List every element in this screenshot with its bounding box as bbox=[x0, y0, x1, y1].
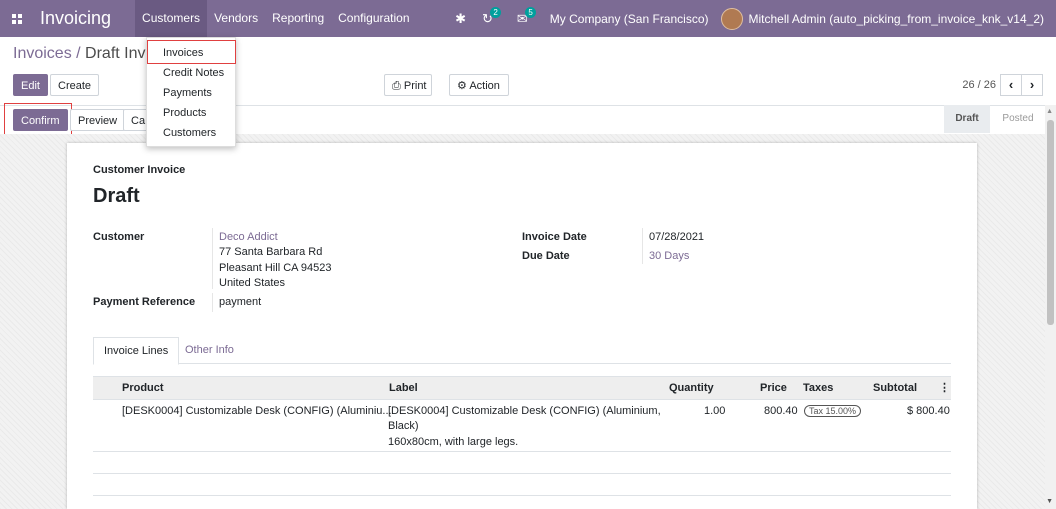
create-button[interactable]: Create bbox=[50, 74, 100, 96]
app-title[interactable]: Invoicing bbox=[40, 8, 111, 29]
customer-link[interactable]: Deco Addict bbox=[219, 231, 278, 243]
due-date-value[interactable]: 30 Days bbox=[649, 250, 689, 262]
print-icon: ⎙ bbox=[392, 80, 401, 92]
notebook-tabs: Invoice Lines Other Info bbox=[93, 337, 951, 365]
activity-icon[interactable]: ↻ 2 bbox=[482, 6, 501, 27]
bug-icon[interactable]: ✱ bbox=[455, 11, 466, 27]
status-posted[interactable]: Posted bbox=[1000, 105, 1036, 133]
dropdown-item-customers[interactable]: Customers bbox=[163, 127, 216, 139]
menu-configuration[interactable]: Configuration bbox=[331, 0, 416, 37]
payment-reference-label: Payment Reference bbox=[93, 296, 196, 308]
confirm-button[interactable]: Confirm bbox=[13, 109, 68, 131]
line-label-1[interactable]: [DESK0004] Customizable Desk (CONFIG) (A… bbox=[388, 404, 661, 419]
due-date-label: Due Date bbox=[522, 250, 570, 262]
line-subtotal: $ 800.40 bbox=[907, 405, 950, 417]
dropdown-item-products[interactable]: Products bbox=[163, 107, 206, 119]
customer-label: Customer bbox=[93, 231, 145, 243]
tab-invoice-lines[interactable]: Invoice Lines bbox=[93, 337, 180, 365]
line-taxes[interactable]: Tax 15.00% bbox=[804, 404, 862, 419]
action-button[interactable]: ⚙ Action bbox=[449, 74, 509, 96]
optional-columns-icon[interactable]: ⋮ bbox=[939, 377, 950, 399]
col-quantity[interactable]: Quantity bbox=[669, 377, 714, 399]
row-divider bbox=[93, 495, 951, 496]
messages-icon[interactable]: ✉ 5 bbox=[517, 6, 536, 27]
col-taxes[interactable]: Taxes bbox=[803, 377, 833, 399]
field-separator bbox=[642, 228, 643, 264]
line-label-3: 160x80cm, with large legs. bbox=[388, 436, 519, 448]
line-label-2: Black) bbox=[388, 420, 419, 432]
row-divider bbox=[93, 451, 951, 452]
dropdown-item-invoices[interactable]: Invoices bbox=[163, 47, 203, 59]
apps-menu-icon[interactable] bbox=[0, 0, 34, 37]
breadcrumb-invoices[interactable]: Invoices bbox=[13, 45, 72, 62]
scrollbar-thumb[interactable] bbox=[1047, 120, 1054, 325]
table-header: Product Label Quantity Price Taxes Subto… bbox=[93, 376, 951, 400]
col-product[interactable]: Product bbox=[122, 377, 164, 399]
invoice-type: Customer Invoice bbox=[93, 164, 186, 176]
dropdown-item-credit-notes[interactable]: Credit Notes bbox=[163, 67, 224, 79]
col-price[interactable]: Price bbox=[760, 377, 787, 399]
col-subtotal[interactable]: Subtotal bbox=[873, 377, 917, 399]
customer-address-line1: 77 Santa Barbara Rd bbox=[219, 246, 323, 258]
field-separator bbox=[212, 293, 213, 312]
gear-icon: ⚙ bbox=[457, 80, 467, 92]
avatar[interactable] bbox=[720, 7, 743, 30]
pager-value[interactable]: 26 / 26 bbox=[962, 79, 996, 91]
print-label: Print bbox=[403, 80, 427, 92]
invoice-date-value[interactable]: 07/28/2021 bbox=[649, 231, 704, 243]
print-button[interactable]: ⎙ Print bbox=[384, 74, 432, 96]
line-quantity[interactable]: 1.00 bbox=[704, 404, 725, 419]
pager-previous-button[interactable]: ‹ bbox=[1000, 74, 1022, 96]
line-price[interactable]: 800.40 bbox=[764, 404, 798, 419]
line-product[interactable]: [DESK0004] Customizable Desk (CONFIG) (A… bbox=[122, 404, 392, 419]
payment-reference-value[interactable]: payment bbox=[219, 296, 261, 308]
scroll-up-icon[interactable]: ▲ bbox=[1046, 108, 1053, 115]
user-menu[interactable]: Mitchell Admin (auto_picking_from_invoic… bbox=[749, 12, 1045, 26]
dropdown-item-payments[interactable]: Payments bbox=[163, 87, 212, 99]
scroll-down-icon[interactable]: ▼ bbox=[1046, 498, 1053, 505]
tab-other-info[interactable]: Other Info bbox=[175, 337, 244, 363]
company-switcher[interactable]: My Company (San Francisco) bbox=[550, 12, 709, 26]
invoice-sheet bbox=[67, 143, 977, 509]
customers-dropdown-menu: Invoices Credit Notes Payments Products … bbox=[146, 37, 236, 147]
messages-count-badge: 5 bbox=[525, 6, 536, 18]
field-separator bbox=[212, 228, 213, 289]
menu-reporting[interactable]: Reporting bbox=[265, 0, 331, 37]
row-divider bbox=[93, 473, 951, 474]
menu-vendors[interactable]: Vendors bbox=[207, 0, 265, 37]
activity-count-badge: 2 bbox=[490, 6, 501, 18]
invoice-state-title: Draft bbox=[93, 185, 140, 207]
menu-customers[interactable]: Customers bbox=[135, 0, 208, 37]
pager-next-button[interactable]: › bbox=[1021, 74, 1043, 96]
edit-button[interactable]: Edit bbox=[13, 74, 48, 96]
customer-address-line2: Pleasant Hill CA 94523 bbox=[219, 262, 332, 274]
status-draft: Draft bbox=[944, 105, 990, 133]
breadcrumb: Invoices / Draft Invoi bbox=[13, 45, 158, 63]
breadcrumb-sep: / bbox=[71, 45, 86, 62]
action-label: Action bbox=[469, 80, 500, 92]
top-navbar: Invoicing Customers Vendors Reporting Co… bbox=[0, 0, 1056, 37]
customer-address-line3: United States bbox=[219, 277, 286, 289]
col-label[interactable]: Label bbox=[389, 377, 418, 399]
preview-button[interactable]: Preview bbox=[70, 109, 126, 131]
invoice-date-label: Invoice Date bbox=[522, 231, 587, 243]
tax-badge: Tax 15.00% bbox=[804, 405, 862, 417]
